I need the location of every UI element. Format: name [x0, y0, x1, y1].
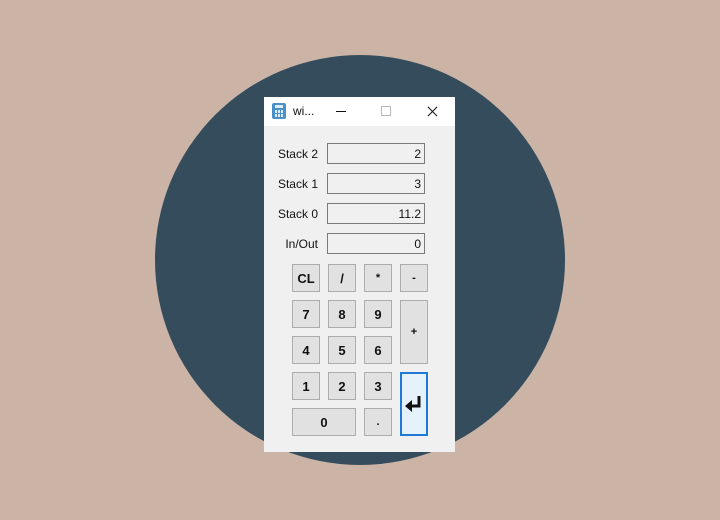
- subtract-button[interactable]: -: [400, 264, 428, 292]
- multiply-button[interactable]: *: [364, 264, 392, 292]
- enter-return-icon: [405, 396, 421, 412]
- stack2-label: Stack 2: [277, 147, 318, 161]
- digit-3-button[interactable]: 3: [364, 372, 392, 400]
- window-title: wi...: [293, 104, 315, 118]
- add-button[interactable]: +: [400, 300, 428, 364]
- stack0-field[interactable]: 11.2: [327, 203, 425, 224]
- digit-6-button[interactable]: 6: [364, 336, 392, 364]
- digit-1-button[interactable]: 1: [292, 372, 320, 400]
- title-bar[interactable]: wi...: [264, 97, 455, 126]
- inout-label: In/Out: [285, 237, 318, 251]
- digit-0-button[interactable]: 0: [292, 408, 356, 436]
- stack2-field[interactable]: 2: [327, 143, 425, 164]
- stack1-field[interactable]: 3: [327, 173, 425, 194]
- maximize-button: [363, 97, 409, 126]
- divide-button[interactable]: /: [328, 264, 356, 292]
- inout-field[interactable]: 0: [327, 233, 425, 254]
- calculator-icon: [272, 103, 286, 119]
- close-button[interactable]: [409, 97, 455, 126]
- digit-7-button[interactable]: 7: [292, 300, 320, 328]
- calculator-window: wi... Stack 2 2 Stack 1 3 Stack 0 11.2 I…: [264, 97, 455, 452]
- stack0-label: Stack 0: [277, 207, 318, 221]
- clear-button[interactable]: CL: [292, 264, 320, 292]
- enter-button[interactable]: [400, 372, 428, 436]
- digit-2-button[interactable]: 2: [328, 372, 356, 400]
- decimal-button[interactable]: .: [364, 408, 392, 436]
- digit-8-button[interactable]: 8: [328, 300, 356, 328]
- stack1-label: Stack 1: [277, 177, 318, 191]
- digit-9-button[interactable]: 9: [364, 300, 392, 328]
- minimize-button[interactable]: [318, 97, 364, 126]
- digit-4-button[interactable]: 4: [292, 336, 320, 364]
- digit-5-button[interactable]: 5: [328, 336, 356, 364]
